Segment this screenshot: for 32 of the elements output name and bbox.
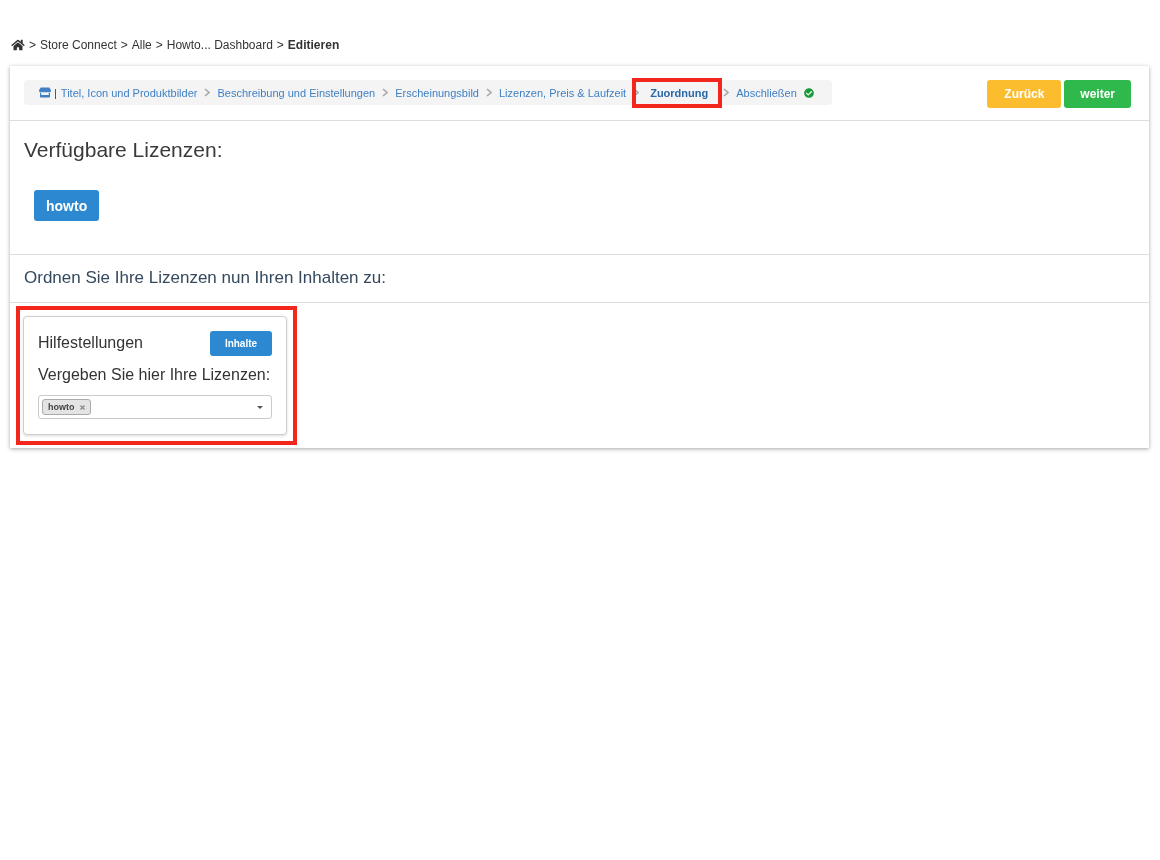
contents-button[interactable]: Inhalte: [210, 331, 272, 356]
wizard-step-link[interactable]: Lizenzen, Preis & Laufzeit: [499, 86, 627, 99]
chevron-right-icon: [204, 88, 211, 97]
breadcrumb-separator: >: [29, 38, 36, 52]
section-title: Ordnen Sie Ihre Lizenzen nun Ihren Inhalten zu:: [24, 267, 386, 289]
chevron-right-icon: [486, 88, 492, 97]
home-icon[interactable]: [11, 39, 25, 51]
remove-icon[interactable]: [79, 404, 85, 410]
breadcrumb-link[interactable]: Alle: [131, 38, 152, 52]
store-icon: [39, 87, 51, 98]
caret-down-icon: [257, 405, 263, 409]
breadcrumb-separator: >: [155, 38, 163, 52]
breadcrumb-separator: >: [120, 38, 128, 52]
wizard-step-link[interactable]: | Titel, Icon und Produktbilder: [39, 86, 198, 99]
chevron-right-icon: [723, 88, 730, 97]
chevron-right-icon: [633, 88, 640, 97]
license-tag: howto: [42, 399, 91, 415]
license-button[interactable]: howto: [34, 190, 100, 221]
next-button[interactable]: weiter: [1064, 80, 1131, 108]
wizard-step-link[interactable]: Abschließen: [736, 86, 814, 99]
wizard-step-link[interactable]: Zuordnung: [632, 77, 723, 108]
chevron-right-icon: [382, 88, 389, 97]
license-select-field[interactable]: howto: [38, 395, 272, 419]
card-title: Hilfestellungen: [38, 333, 143, 352]
card-prompt: Vergeben Sie hier Ihre Lizenzen:: [38, 365, 271, 385]
wizard-step-link[interactable]: Erscheinungsbild: [395, 86, 479, 99]
breadcrumb-separator: >: [276, 38, 284, 52]
breadcrumb-link[interactable]: Store Connect: [40, 38, 117, 52]
current-page-label: Editieren: [287, 38, 340, 52]
wizard-step-link[interactable]: Beschreibung und Einstellungen: [217, 86, 376, 99]
section-title: Verfügbare Lizenzen:: [24, 138, 223, 162]
breadcrumb-link[interactable]: Howto... Dashboard: [166, 38, 273, 52]
